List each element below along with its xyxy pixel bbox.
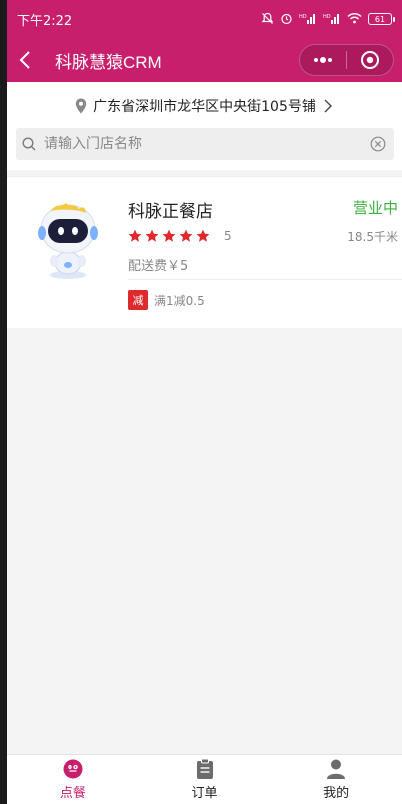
delivery-fee: 配送费￥5 [128,259,189,274]
target-close-icon [361,51,379,69]
header-area: 广东省深圳市龙华区中央街105号铺 [7,82,402,170]
search-icon [22,135,40,153]
store-logo-image [33,197,103,281]
user-icon [325,758,347,780]
svg-text:HD: HD [299,14,307,20]
more-button[interactable] [300,45,346,75]
store-card[interactable]: 科脉正餐店 营业中 5 18.5千米 配送费￥5 减 满1减0.5 [7,176,402,328]
location-address: 广东省深圳市龙华区中央街105号铺 [93,99,316,115]
tab-order-food[interactable]: 点餐 [7,755,139,804]
clipboard-icon [194,758,216,780]
status-icons: HD HD 61 [261,12,395,27]
app-frame: 下午2:22 HD HD 61 科脉慧猿CRM 广东省深圳市龙华区中央街105号… [7,0,402,804]
promotion: 减 满1减0.5 [128,290,205,310]
more-dots-icon [314,57,332,63]
signal-icon-2: HD [323,12,341,26]
tab-mine[interactable]: 我的 [270,755,402,804]
star-icon [179,229,193,242]
chevron-left-icon [19,51,30,69]
discount-badge: 减 [128,290,148,310]
nav-bar: 科脉慧猿CRM [7,38,402,82]
tab-label: 订单 [191,786,218,801]
clear-icon[interactable] [370,135,388,153]
tab-label: 我的 [323,786,350,801]
close-miniprogram-button[interactable] [347,45,393,75]
star-rating [128,229,210,243]
search-bar [16,128,394,160]
location-pin-icon [75,97,89,115]
store-name: 科脉正餐店 [128,202,213,222]
star-icon [128,229,142,242]
order-food-icon [62,758,84,780]
status-time: 下午2:22 [17,13,73,29]
search-input[interactable] [44,136,370,152]
rating-number: 5 [224,229,232,243]
wifi-icon [347,12,362,26]
star-icon [196,229,210,242]
tab-bar: 点餐 订单 我的 [7,754,402,804]
signal-icon: HD [299,12,317,26]
store-distance: 18.5千米 [347,230,398,244]
svg-text:HD: HD [323,14,331,20]
page-title: 科脉慧猿CRM [55,52,162,72]
tab-label: 点餐 [59,786,86,801]
chevron-right-icon [324,99,334,113]
battery-icon: 61 [368,13,395,25]
status-bar: 下午2:22 HD HD 61 [7,0,402,38]
mute-icon [261,12,274,27]
tab-orders[interactable]: 订单 [139,755,271,804]
store-status: 营业中 [352,199,398,217]
store-rating: 5 [128,229,232,243]
divider [128,279,402,280]
location-selector[interactable]: 广东省深圳市龙华区中央街105号铺 [7,94,402,118]
battery-level: 61 [374,14,386,24]
star-icon [162,229,176,242]
miniprogram-capsule [299,44,394,76]
star-icon [145,229,159,242]
promotion-text: 满1减0.5 [154,293,205,308]
alarm-icon [280,12,293,27]
back-button[interactable] [19,45,41,75]
